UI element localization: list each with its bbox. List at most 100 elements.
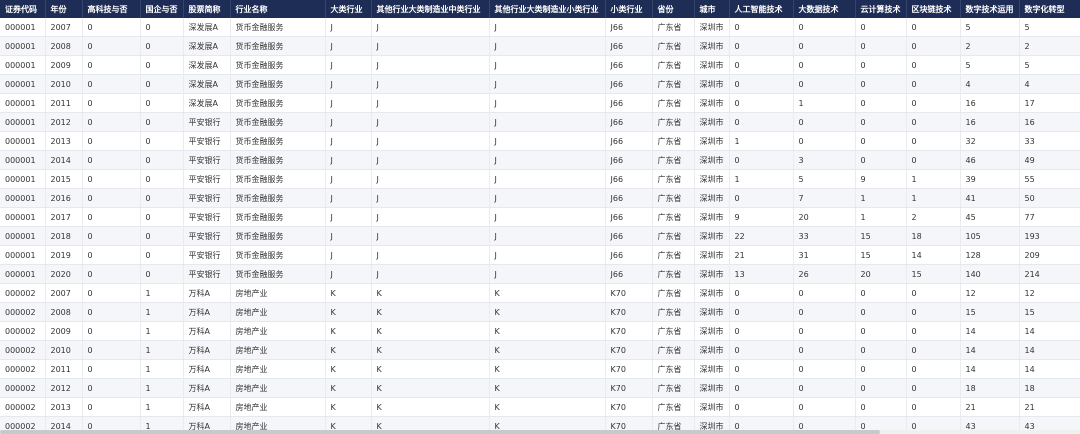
table-cell: 2008 — [45, 36, 83, 56]
table-cell: 5 — [960, 55, 1020, 75]
table-cell: K — [325, 302, 372, 322]
table-cell: J66 — [605, 264, 653, 284]
table-cell: 0 — [906, 150, 961, 170]
table-cell: 0 — [793, 74, 856, 94]
table-cell: K — [489, 340, 606, 360]
table-cell: 2014 — [45, 416, 83, 430]
column-header[interactable]: 其他行业大类制造业中类行业 — [371, 0, 490, 18]
table-row[interactable]: 000001 2016 0 0 平安银行 货币金融服务 J J J J66 广东省 深圳市 0 7 1 1 41… — [0, 188, 1080, 208]
table-cell: 0 — [855, 112, 907, 132]
table-cell: K — [371, 283, 490, 303]
table-row[interactable]: 000001 2014 0 0 平安银行 货币金融服务 J J J J66 广东省 深圳市 0 3 0 0 46… — [0, 150, 1080, 170]
table-cell: 5 — [793, 169, 856, 189]
table-cell: J — [371, 55, 490, 75]
table-row[interactable]: 000002 2007 0 1 万科A 房地产业 K K K K70 广东省 深圳市 0 0 0 0 12 12 — [0, 283, 1080, 303]
table-cell: 万科A — [183, 378, 231, 398]
column-header[interactable]: 证券代码 — [0, 0, 46, 18]
table-row[interactable]: 000001 2007 0 0 深发展A 货币金融服务 J J J J66 广东省 深圳市 0 0 0 0 5 5 — [0, 18, 1080, 37]
table-cell: 平安银行 — [183, 188, 231, 208]
column-header[interactable]: 其他行业大类制造业小类行业 — [489, 0, 606, 18]
column-header[interactable]: 股票简称 — [183, 0, 231, 18]
table-row[interactable]: 000001 2019 0 0 平安银行 货币金融服务 J J J J66 广东省 深圳市 21 31 15… — [0, 245, 1080, 265]
column-header[interactable]: 人工智能技术 — [729, 0, 794, 18]
table-cell: 广东省 — [652, 131, 695, 151]
table-row[interactable]: 000001 2018 0 0 平安银行 货币金融服务 J J J J66 广东省 深圳市 22 33 15… — [0, 226, 1080, 246]
table-cell: J — [371, 245, 490, 265]
column-header[interactable]: 行业名称 — [230, 0, 326, 18]
table-cell: 0 — [729, 283, 794, 303]
table-cell: 广东省 — [652, 74, 695, 94]
table-cell: 0 — [729, 321, 794, 341]
table-cell: 1 — [729, 169, 794, 189]
table-cell: 0 — [906, 397, 961, 417]
table-cell: J — [489, 112, 606, 132]
table-cell: 0 — [855, 416, 907, 430]
table-cell: 0 — [793, 302, 856, 322]
table-cell: 17 — [1019, 93, 1080, 113]
table-cell: 14 — [1019, 359, 1080, 379]
table-row[interactable]: 000001 2009 0 0 深发展A 货币金融服务 J J J J66 广东省 深圳市 0 0 0 0 5 5 — [0, 55, 1080, 75]
table-row[interactable]: 000001 2011 0 0 深发展A 货币金融服务 J J J J66 广东省 深圳市 0 1 0 0 16… — [0, 93, 1080, 113]
table-cell: K70 — [605, 340, 653, 360]
table-cell: 000001 — [0, 36, 46, 56]
table-cell: 平安银行 — [183, 264, 231, 284]
table-row[interactable]: 000001 2008 0 0 深发展A 货币金融服务 J J J J66 广东省 深圳市 0 0 0 0 2 2 — [0, 36, 1080, 56]
column-header[interactable]: 年份 — [45, 0, 83, 18]
table-row[interactable]: 000002 2010 0 1 万科A 房地产业 K K K K70 广东省 深圳市 0 0 0 0 14 14 — [0, 340, 1080, 360]
column-header[interactable]: 国企与否 — [140, 0, 184, 18]
table-cell: 货币金融服务 — [230, 18, 326, 37]
table-cell: 房地产业 — [230, 397, 326, 417]
table-row[interactable]: 000001 2015 0 0 平安银行 货币金融服务 J J J J66 广东省 深圳市 1 5 9 1 39… — [0, 169, 1080, 189]
column-header[interactable]: 区块链技术 — [906, 0, 961, 18]
table-cell: 深圳市 — [694, 264, 730, 284]
table-cell: 0 — [855, 340, 907, 360]
table-cell: K70 — [605, 283, 653, 303]
table-cell: K — [325, 397, 372, 417]
table-cell: 2013 — [45, 131, 83, 151]
scrollbar-thumb[interactable] — [0, 430, 880, 434]
table-cell: 0 — [729, 74, 794, 94]
table-row[interactable]: 000002 2014 0 1 万科A 房地产业 K K K K70 广东省 深圳市 0 0 0 0 43 43 — [0, 416, 1080, 430]
horizontal-scrollbar[interactable] — [0, 430, 1080, 434]
table-cell: 15 — [855, 226, 907, 246]
table-cell: J — [489, 74, 606, 94]
column-header[interactable]: 省份 — [652, 0, 695, 18]
table-cell: 0 — [906, 131, 961, 151]
table-row[interactable]: 000002 2012 0 1 万科A 房地产业 K K K K70 广东省 深圳市 0 0 0 0 18 18 — [0, 378, 1080, 398]
table-cell: 0 — [140, 93, 184, 113]
table-row[interactable]: 000002 2013 0 1 万科A 房地产业 K K K K70 广东省 深圳市 0 0 0 0 21 21 — [0, 397, 1080, 417]
table-cell: 2007 — [45, 283, 83, 303]
table-row[interactable]: 000002 2008 0 1 万科A 房地产业 K K K K70 广东省 深圳市 0 0 0 0 15 15 — [0, 302, 1080, 322]
table-row[interactable]: 000001 2020 0 0 平安银行 货币金融服务 J J J J66 广东省 深圳市 13 26 20… — [0, 264, 1080, 284]
table-cell: 14 — [960, 359, 1020, 379]
table-cell: 0 — [140, 36, 184, 56]
column-header[interactable]: 高科技与否 — [82, 0, 141, 18]
column-header[interactable]: 数字技术运用 — [960, 0, 1020, 18]
table-cell: 货币金融服务 — [230, 55, 326, 75]
column-header[interactable]: 城市 — [694, 0, 730, 18]
table-cell: 货币金融服务 — [230, 226, 326, 246]
table-cell: 32 — [960, 131, 1020, 151]
column-header[interactable]: 小类行业 — [605, 0, 653, 18]
table-row[interactable]: 000002 2009 0 1 万科A 房地产业 K K K K70 广东省 深圳市 0 0 0 0 14 14 — [0, 321, 1080, 341]
table-row[interactable]: 000001 2012 0 0 平安银行 货币金融服务 J J J J66 广东省 深圳市 0 0 0 0 16… — [0, 112, 1080, 132]
table-cell: 0 — [793, 416, 856, 430]
column-header[interactable]: 云计算技术 — [855, 0, 907, 18]
table-cell: 0 — [82, 340, 141, 360]
table-cell: J66 — [605, 245, 653, 265]
table-cell: 128 — [960, 245, 1020, 265]
table-cell: 0 — [82, 302, 141, 322]
table-cell: J — [489, 150, 606, 170]
table-row[interactable]: 000001 2017 0 0 平安银行 货币金融服务 J J J J66 广东省 深圳市 9 20 1 2 4… — [0, 207, 1080, 227]
table-row[interactable]: 000002 2011 0 1 万科A 房地产业 K K K K70 广东省 深圳市 0 0 0 0 14 14 — [0, 359, 1080, 379]
column-header[interactable]: 大数据技术 — [793, 0, 856, 18]
column-header[interactable]: 大类行业 — [325, 0, 372, 18]
table-row[interactable]: 000001 2010 0 0 深发展A 货币金融服务 J J J J66 广东省 深圳市 0 0 0 0 4 4 — [0, 74, 1080, 94]
table-cell: 193 — [1019, 226, 1080, 246]
table-cell: 000001 — [0, 74, 46, 94]
column-header[interactable]: 数字化转型 — [1019, 0, 1080, 18]
table-cell: 深圳市 — [694, 359, 730, 379]
table-cell: K — [489, 378, 606, 398]
table-cell: 12 — [1019, 283, 1080, 303]
table-row[interactable]: 000001 2013 0 0 平安银行 货币金融服务 J J J J66 广东省 深圳市 1 0 0 0 32… — [0, 131, 1080, 151]
